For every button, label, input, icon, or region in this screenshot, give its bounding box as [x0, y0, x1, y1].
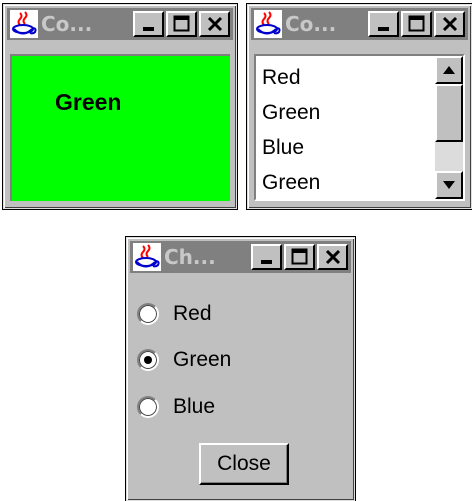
java-coffee-cup-icon: [133, 243, 161, 271]
minimize-icon: [377, 27, 389, 31]
java-coffee-cup-icon: [10, 10, 38, 38]
choice-window: Ch... Red Green Blue Close: [126, 237, 355, 501]
window-title: Co...: [285, 12, 337, 36]
maximize-icon: [291, 248, 307, 265]
radio-blue[interactable]: Blue: [137, 395, 215, 419]
color-list[interactable]: Red Green Blue Green: [254, 54, 465, 201]
scroll-down-button[interactable]: [435, 171, 463, 199]
window-title: Co...: [41, 12, 93, 36]
color-label: Green: [55, 89, 122, 115]
radio-label: Red: [173, 302, 212, 325]
arrow-up-icon: [443, 66, 455, 74]
title-bar[interactable]: Ch...: [130, 241, 351, 273]
radio-label: Green: [173, 348, 232, 371]
close-button[interactable]: [199, 11, 230, 37]
title-bar[interactable]: Co...: [7, 8, 233, 40]
close-button[interactable]: [317, 244, 348, 270]
list-item[interactable]: Green: [262, 165, 320, 200]
minimize-button[interactable]: [133, 11, 164, 37]
radio-label: Blue: [173, 395, 216, 418]
radio-button[interactable]: [137, 349, 159, 371]
minimize-icon: [260, 260, 272, 264]
radio-red[interactable]: Red: [137, 302, 212, 326]
close-dialog-button[interactable]: Close: [199, 443, 289, 485]
minimize-button[interactable]: [368, 11, 399, 37]
close-icon: [325, 249, 340, 265]
color-list-window: Co... Red Green Blue Green: [247, 4, 472, 209]
java-coffee-cup-icon: [254, 10, 282, 38]
scrollbar-thumb[interactable]: [435, 84, 463, 142]
title-bar[interactable]: Co...: [251, 8, 468, 40]
color-panel: Green: [10, 54, 230, 201]
window-title: Ch...: [164, 245, 216, 269]
list-item[interactable]: Red: [262, 60, 320, 95]
list-item[interactable]: Blue: [262, 130, 320, 165]
maximize-icon: [408, 15, 424, 32]
list-item[interactable]: Green: [262, 95, 320, 130]
maximize-button[interactable]: [284, 244, 315, 270]
maximize-button[interactable]: [166, 11, 197, 37]
close-button[interactable]: [434, 11, 465, 37]
minimize-icon: [142, 27, 154, 31]
radio-button[interactable]: [137, 396, 159, 418]
minimize-button[interactable]: [251, 244, 282, 270]
scroll-up-button[interactable]: [435, 56, 463, 84]
radio-green[interactable]: Green: [137, 348, 231, 372]
close-icon: [442, 16, 457, 32]
arrow-down-icon: [443, 181, 455, 189]
maximize-icon: [173, 15, 189, 32]
close-icon: [207, 16, 222, 32]
radio-button[interactable]: [137, 303, 159, 325]
maximize-button[interactable]: [401, 11, 432, 37]
vertical-scrollbar[interactable]: [435, 56, 463, 199]
color-display-window: Co... Green: [3, 4, 237, 209]
radio-selected-dot: [144, 356, 152, 364]
